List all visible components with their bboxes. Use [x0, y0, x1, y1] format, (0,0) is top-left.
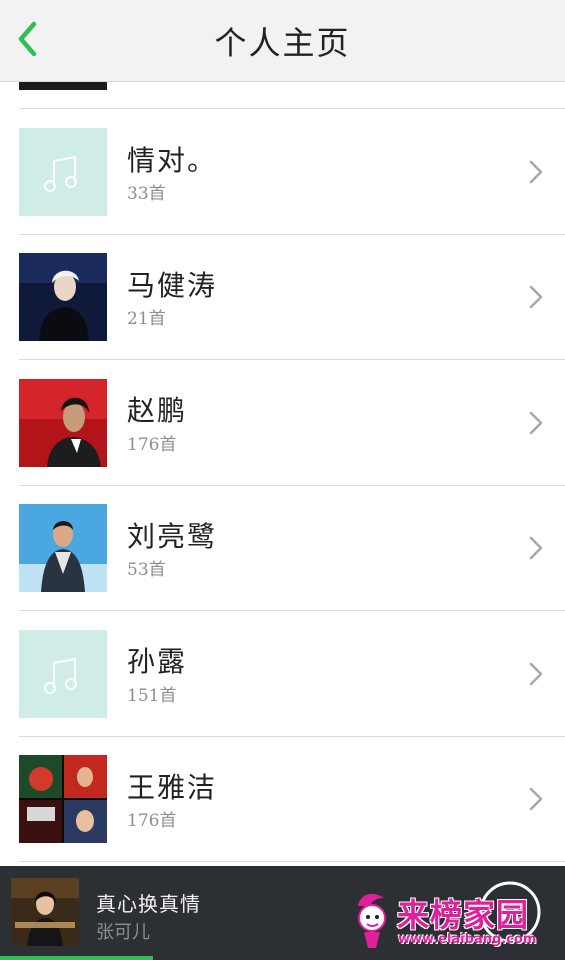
artist-row[interactable]: 情对。 33首 [0, 109, 565, 234]
chevron-right-icon [529, 787, 543, 811]
divider [19, 861, 565, 862]
music-note-icon [44, 657, 77, 694]
artist-row[interactable]: 孙露 151首 [0, 611, 565, 736]
now-playing-title: 真心换真情 [96, 892, 201, 916]
artist-name: 情对。 [127, 144, 218, 177]
page-title: 个人主页 [214, 24, 351, 62]
player-cover[interactable] [11, 878, 79, 946]
watermark-url: www.elaibang.com [398, 932, 537, 947]
chevron-right-icon [529, 536, 543, 560]
now-playing-artist: 张可儿 [96, 922, 150, 943]
song-count: 33首 [127, 184, 166, 204]
artist-cover [19, 504, 107, 592]
artist-row[interactable]: 刘亮鹭 53首 [0, 486, 565, 611]
artist-name: 孙露 [127, 645, 188, 678]
app-header: 个人主页 [0, 0, 565, 82]
artist-name: 王雅洁 [127, 771, 218, 804]
artist-row[interactable]: 赵鹏 176首 [0, 360, 565, 485]
music-note-cover [19, 128, 107, 216]
song-count: 176首 [127, 811, 177, 831]
music-note-icon [44, 155, 77, 192]
artist-list[interactable]: 情对。 33首 马健涛 21首 赵鹏 176首 刘亮鹭 53首 孙露 151首 … [0, 82, 565, 866]
artist-name: 赵鹏 [127, 394, 188, 427]
chevron-right-icon [529, 411, 543, 435]
playback-progress [0, 956, 153, 960]
artist-row[interactable]: 王雅洁 176首 [0, 737, 565, 862]
chevron-right-icon [529, 285, 543, 309]
artist-cover [19, 755, 107, 843]
song-count: 21首 [127, 309, 166, 329]
artist-cover [19, 253, 107, 341]
partial-cover [19, 82, 107, 90]
chevron-right-icon [529, 160, 543, 184]
song-count: 151首 [127, 686, 177, 706]
song-count: 53首 [127, 560, 166, 580]
artist-name: 刘亮鹭 [127, 520, 218, 553]
song-count: 176首 [127, 435, 177, 455]
artist-name: 马健涛 [127, 269, 218, 302]
artist-row[interactable]: 马健涛 21首 [0, 235, 565, 360]
music-note-cover [19, 630, 107, 718]
watermark-text: 来榜家园 [397, 896, 530, 934]
chevron-right-icon [529, 662, 543, 686]
artist-cover [19, 379, 107, 467]
